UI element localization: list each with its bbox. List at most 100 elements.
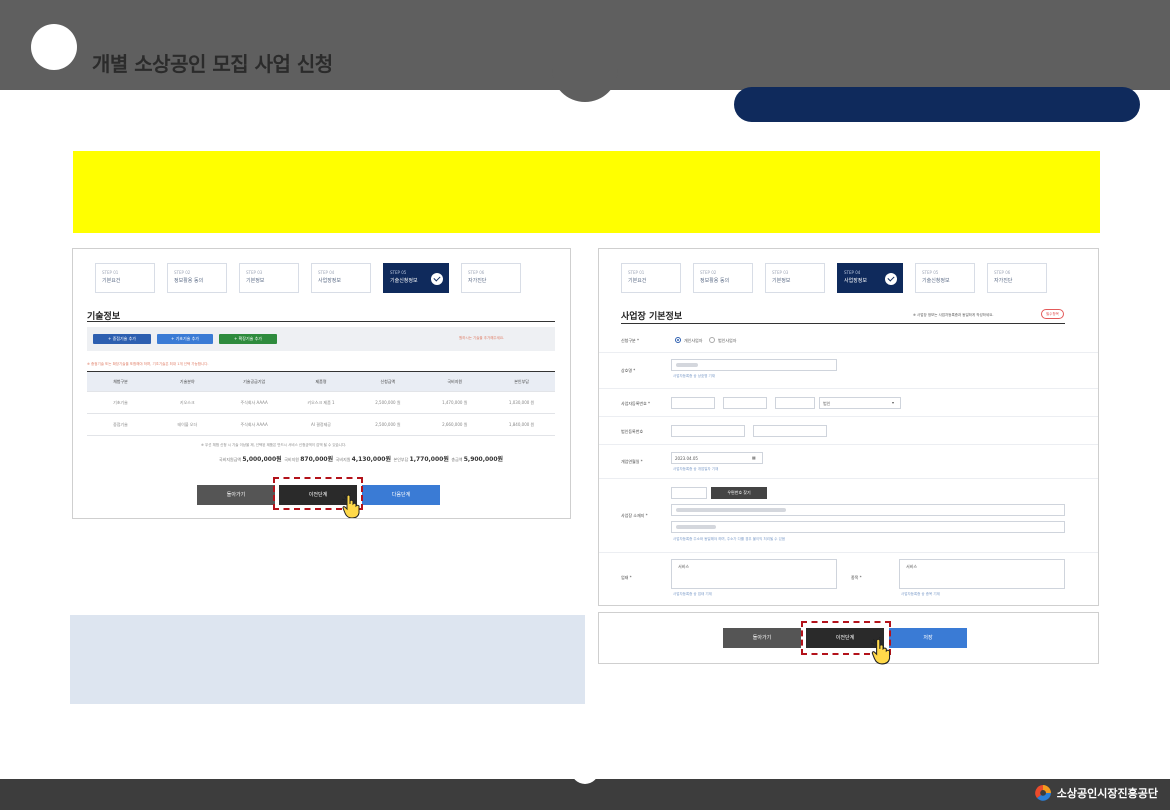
table-row[interactable]: 중점기술 테이블 오더 주식회사 AAAA AI 결정제공 2,500,000 … [87, 414, 555, 436]
title-divider [621, 323, 1065, 324]
pointer-hand-icon [341, 493, 360, 518]
total-value: 1,770,000원 [409, 456, 449, 463]
step-4-active[interactable]: STEP 04 사업장정보 [837, 263, 903, 293]
column-header: 기술공급기업 [243, 378, 266, 384]
table-row[interactable]: 기초기술 키오스크 주식회사 AAAA 키오스크 제품 1 2,500,000 … [87, 392, 555, 414]
step-num: STEP 01 [102, 270, 119, 275]
step-label: 사업장정보 [318, 278, 342, 284]
field-label: 업태 * [621, 575, 632, 580]
step-6[interactable]: STEP 06 자가진단 [461, 263, 521, 293]
total-value: 870,000원 [300, 456, 334, 463]
corp-no-input-1[interactable] [671, 425, 745, 437]
step-3[interactable]: STEP 03 기본정보 [765, 263, 825, 293]
biz-type-textarea[interactable]: 서비스 [671, 559, 837, 589]
column-header: 체험구분 [113, 378, 128, 384]
add-basic-tech-button[interactable]: + 기초기술 추가 [157, 334, 213, 344]
next-step-button[interactable]: 다음단계 [362, 485, 440, 505]
step-2[interactable]: STEP 02 정보활용 동의 [167, 263, 227, 293]
step-label: 기본요건 [628, 278, 647, 284]
reg-type-select[interactable]: 법인 ▾ [819, 397, 901, 409]
step-label: 정보활용 동의 [700, 278, 730, 284]
field-label: 법인등록번호 [621, 429, 644, 434]
address-row: 사업장 소재지 * 우편번호 찾기 사업자등록증 주소와 동일해야 하며, 주소… [599, 479, 1098, 553]
table-cell: 키오스크 제품 1 [307, 399, 335, 405]
business-info-screenshot: STEP 01 기본요건 STEP 02 정보활용 동의 STEP 03 기본정보 S… [598, 248, 1099, 606]
zip-input[interactable] [671, 487, 707, 499]
step-1[interactable]: STEP 01 기본요건 [621, 263, 681, 293]
date-value: 2023.04.05 [675, 456, 698, 461]
zip-search-button[interactable]: 우편번호 찾기 [711, 487, 767, 499]
step-num: STEP 06 [468, 270, 485, 275]
section-pill [734, 87, 1140, 122]
step-num: STEP 05 [922, 270, 939, 275]
add-ext-tech-button[interactable]: + 확장기술 추가 [219, 334, 277, 344]
reg-no-input-1[interactable] [671, 397, 715, 409]
field-label: 사업장 소재지 * [621, 513, 648, 518]
blurred-value [676, 363, 698, 367]
step-label: 정보활용 동의 [174, 278, 204, 284]
address-input-1[interactable] [671, 504, 1065, 516]
step-indicator: STEP 01 기본요건 STEP 02 정보활용 동의 STEP 03 기본정보 S… [621, 263, 1047, 293]
sum-notice: ※ 우선 체험 신청 시 기술 이상을 제, 선택된 제품은 반드시 서비스 신… [201, 443, 347, 447]
radio-individual[interactable] [675, 337, 681, 343]
title-divider [87, 321, 555, 322]
biz-type-row: 업태 * 서비스 사업자등록증 상 업태 기재 종목 * 서비스 사업자등록증 … [599, 553, 1098, 605]
step-6[interactable]: STEP 06 자가진단 [987, 263, 1047, 293]
org-logo-icon [1035, 785, 1051, 801]
biz-notice: ※ 사업장 정보는 사업자등록증과 동일하게 작성하세요. [913, 313, 994, 317]
reg-no-row: 사업자등록번호 * 법인 ▾ [599, 389, 1098, 417]
header-tab-shape [552, 60, 618, 102]
add-core-tech-button[interactable]: + 중점기술 추가 [93, 334, 151, 344]
table-cell: 2,500,000 원 [375, 421, 401, 427]
total-label: 국비지원금액 [219, 457, 242, 462]
step-4[interactable]: STEP 04 사업장정보 [311, 263, 371, 293]
field-hint: 사업자등록증 상 업태 기재 [673, 592, 712, 596]
corp-no-input-2[interactable] [753, 425, 827, 437]
step-label: 기본정보 [246, 278, 265, 284]
chevron-down-icon: ▾ [892, 400, 895, 405]
save-button[interactable]: 저장 [889, 628, 967, 648]
step-5[interactable]: STEP 05 기술신청정보 [915, 263, 975, 293]
tech-rule-notice: ※ 중점기술 또는 확장기술을 포함해야 하며, 기초기술은 최대 1개 선택 … [87, 362, 209, 366]
tech-table: 체험구분 기술분야 기술공급기업 제품명 신청금액 국비지원 본인부담 기초기술… [87, 371, 555, 436]
back-button[interactable]: 돌아가기 [197, 485, 275, 505]
textarea-value: 서비스 [906, 564, 918, 569]
step-label: 기본요건 [102, 278, 121, 284]
step-num: STEP 03 [772, 270, 789, 275]
total-label: 국비지원 [284, 457, 299, 462]
table-cell: 키오스크 [179, 399, 195, 405]
step-5-active[interactable]: STEP 05 기술신청정보 [383, 263, 449, 293]
table-cell: 테이블 오더 [177, 421, 198, 427]
highlight-banner [73, 151, 1100, 233]
step-label: 자가진단 [468, 278, 487, 284]
field-label: 종목 * [851, 575, 862, 580]
step-label: 기본정보 [772, 278, 791, 284]
column-header: 신청금액 [380, 378, 396, 384]
open-date-input[interactable]: 2023.04.05 ▦ [671, 452, 763, 464]
reg-no-input-2[interactable] [723, 397, 767, 409]
calendar-icon[interactable]: ▦ [752, 455, 756, 460]
radio-corporate[interactable] [709, 337, 715, 343]
table-cell: 1,470,000 원 [442, 399, 468, 405]
biz-item-textarea[interactable]: 서비스 [899, 559, 1065, 589]
step-1[interactable]: STEP 01 기본요건 [95, 263, 155, 293]
add-tech-notice: 원하시는 기술을 추가해주세요. [459, 336, 505, 340]
required-badge: 필수항목 [1041, 309, 1064, 319]
step-3[interactable]: STEP 03 기본정보 [239, 263, 299, 293]
back-button[interactable]: 돌아가기 [723, 628, 801, 648]
field-label: 신청구분 * [621, 338, 639, 343]
table-header: 체험구분 기술분야 기술공급기업 제품명 신청금액 국비지원 본인부담 [87, 372, 555, 392]
textarea-value: 서비스 [678, 564, 690, 569]
table-cell: 중점기술 [113, 421, 128, 427]
total-value: 5,000,000원 [242, 456, 282, 463]
table-cell: 주식회사 AAAA [240, 421, 268, 427]
reg-no-input-3[interactable] [775, 397, 815, 409]
total-value: 4,130,000원 [351, 456, 391, 463]
address-input-2[interactable] [671, 521, 1065, 533]
pointer-hand-icon [871, 637, 891, 665]
step-num: STEP 03 [246, 270, 263, 275]
biz-name-input[interactable] [671, 359, 837, 371]
total-label: 국비지원 [335, 457, 351, 462]
header-circle-icon [31, 24, 77, 70]
step-2[interactable]: STEP 02 정보활용 동의 [693, 263, 753, 293]
